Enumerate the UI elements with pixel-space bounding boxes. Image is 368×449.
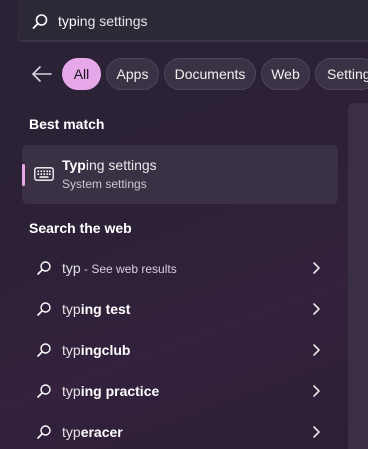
filter-all[interactable]: All [62, 58, 101, 90]
web-result-query: typ [62, 424, 81, 440]
web-result-row[interactable]: typ - See web results [22, 249, 338, 287]
filter-web[interactable]: Web [261, 58, 310, 90]
search-completion: ing settings [76, 13, 148, 29]
web-result-row[interactable]: typeracer [22, 413, 338, 449]
web-result-completion: ingclub [80, 342, 131, 358]
web-result-text: typing practice [62, 383, 159, 399]
preview-pane [348, 103, 368, 449]
web-result-text: typing test [62, 301, 130, 317]
search-icon [37, 302, 51, 316]
web-result-hint: - See web results [80, 262, 177, 276]
filter-settings[interactable]: Setting [315, 58, 368, 90]
search-icon [37, 343, 51, 357]
web-result-completion: ing test [80, 301, 131, 317]
chevron-right-icon [313, 344, 320, 356]
best-match-title: Typing settings [62, 157, 157, 173]
search-icon [37, 384, 51, 398]
web-result-text: typ - See web results [62, 260, 177, 276]
web-result-completion: eracer [80, 424, 123, 440]
search-web-heading: Search the web [29, 220, 132, 236]
search-box[interactable]: typing settings [17, 0, 368, 42]
search-icon [32, 14, 48, 29]
filter-apps[interactable]: Apps [106, 58, 159, 90]
chevron-right-icon [313, 303, 320, 315]
search-icon [37, 261, 51, 275]
web-result-text: typeracer [62, 424, 123, 440]
best-match-title-rest: ing settings [85, 157, 157, 173]
web-result-query: typ [62, 260, 81, 276]
web-result-completion: ing practice [80, 383, 160, 399]
web-result-query: typ [62, 342, 81, 358]
web-result-row[interactable]: typingclub [22, 331, 338, 369]
search-typed: typ [58, 13, 77, 29]
selection-indicator [22, 164, 25, 186]
web-result-row[interactable]: typing test [22, 290, 338, 328]
best-match-card[interactable]: Typing settings System settings [22, 145, 338, 204]
back-arrow-icon[interactable] [31, 64, 53, 84]
chevron-right-icon [313, 385, 320, 397]
keyboard-icon [34, 167, 54, 181]
web-result-text: typingclub [62, 342, 130, 358]
chevron-right-icon [313, 262, 320, 274]
best-match-title-bold: Typ [62, 157, 86, 173]
web-result-query: typ [62, 383, 81, 399]
web-result-query: typ [62, 301, 81, 317]
web-result-row[interactable]: typing practice [22, 372, 338, 410]
best-match-subtitle: System settings [62, 177, 147, 191]
chevron-right-icon [313, 426, 320, 438]
search-icon [37, 425, 51, 439]
search-input[interactable]: typing settings [58, 13, 148, 29]
filter-documents[interactable]: Documents [164, 58, 256, 90]
best-match-heading: Best match [29, 116, 105, 132]
